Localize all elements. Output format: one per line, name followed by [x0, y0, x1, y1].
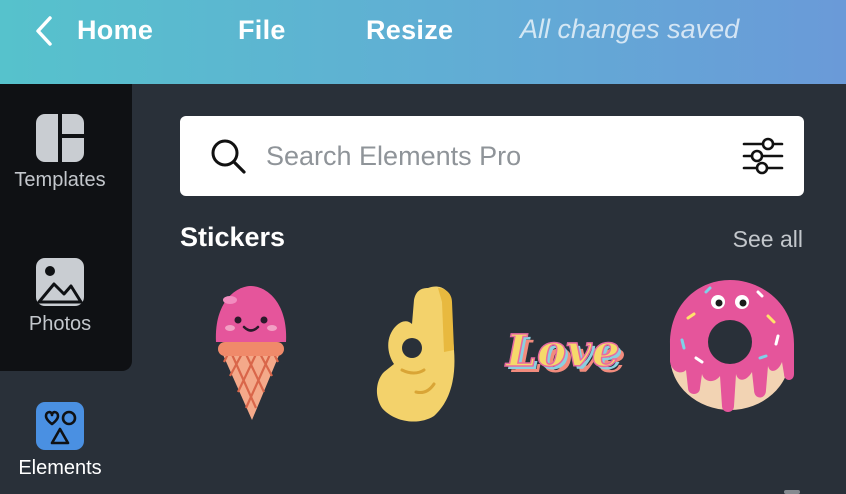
- ice-cream-sticker[interactable]: [206, 280, 296, 422]
- elements-icon: [36, 402, 84, 450]
- home-button[interactable]: Home: [77, 12, 153, 48]
- templates-icon: [36, 114, 84, 162]
- save-status: All changes saved: [520, 13, 740, 44]
- svg-text:Love: Love: [504, 326, 620, 377]
- sidebar-item-photos[interactable]: Photos: [0, 256, 120, 346]
- chevron-left-icon[interactable]: [32, 14, 56, 48]
- ok-hand-sticker[interactable]: [372, 280, 466, 422]
- love-text-sticker[interactable]: Love Love Love: [500, 316, 644, 382]
- sidebar-item-templates[interactable]: Templates: [0, 112, 120, 202]
- search-input[interactable]: [266, 134, 726, 178]
- resize-button[interactable]: Resize: [366, 12, 453, 48]
- sidebar-item-label: Templates: [14, 169, 106, 191]
- donut-sticker[interactable]: [666, 278, 798, 416]
- search-icon: [211, 139, 246, 174]
- stickers-section-title: Stickers: [180, 222, 286, 252]
- sidebar-item-label: Elements: [18, 457, 102, 479]
- sidebar-item-label: Photos: [28, 313, 92, 335]
- filter-sliders-icon[interactable]: [742, 136, 784, 176]
- sidebar-item-elements[interactable]: Elements: [0, 400, 120, 494]
- search-bar: [180, 116, 804, 196]
- see-all-link-partial: [784, 490, 800, 494]
- file-menu-button[interactable]: File: [238, 12, 286, 48]
- photos-icon: [36, 258, 84, 306]
- see-all-link[interactable]: See all: [733, 226, 803, 253]
- top-bar: Home File Resize All changes saved: [0, 0, 846, 84]
- next-section-title-partial: [180, 484, 260, 494]
